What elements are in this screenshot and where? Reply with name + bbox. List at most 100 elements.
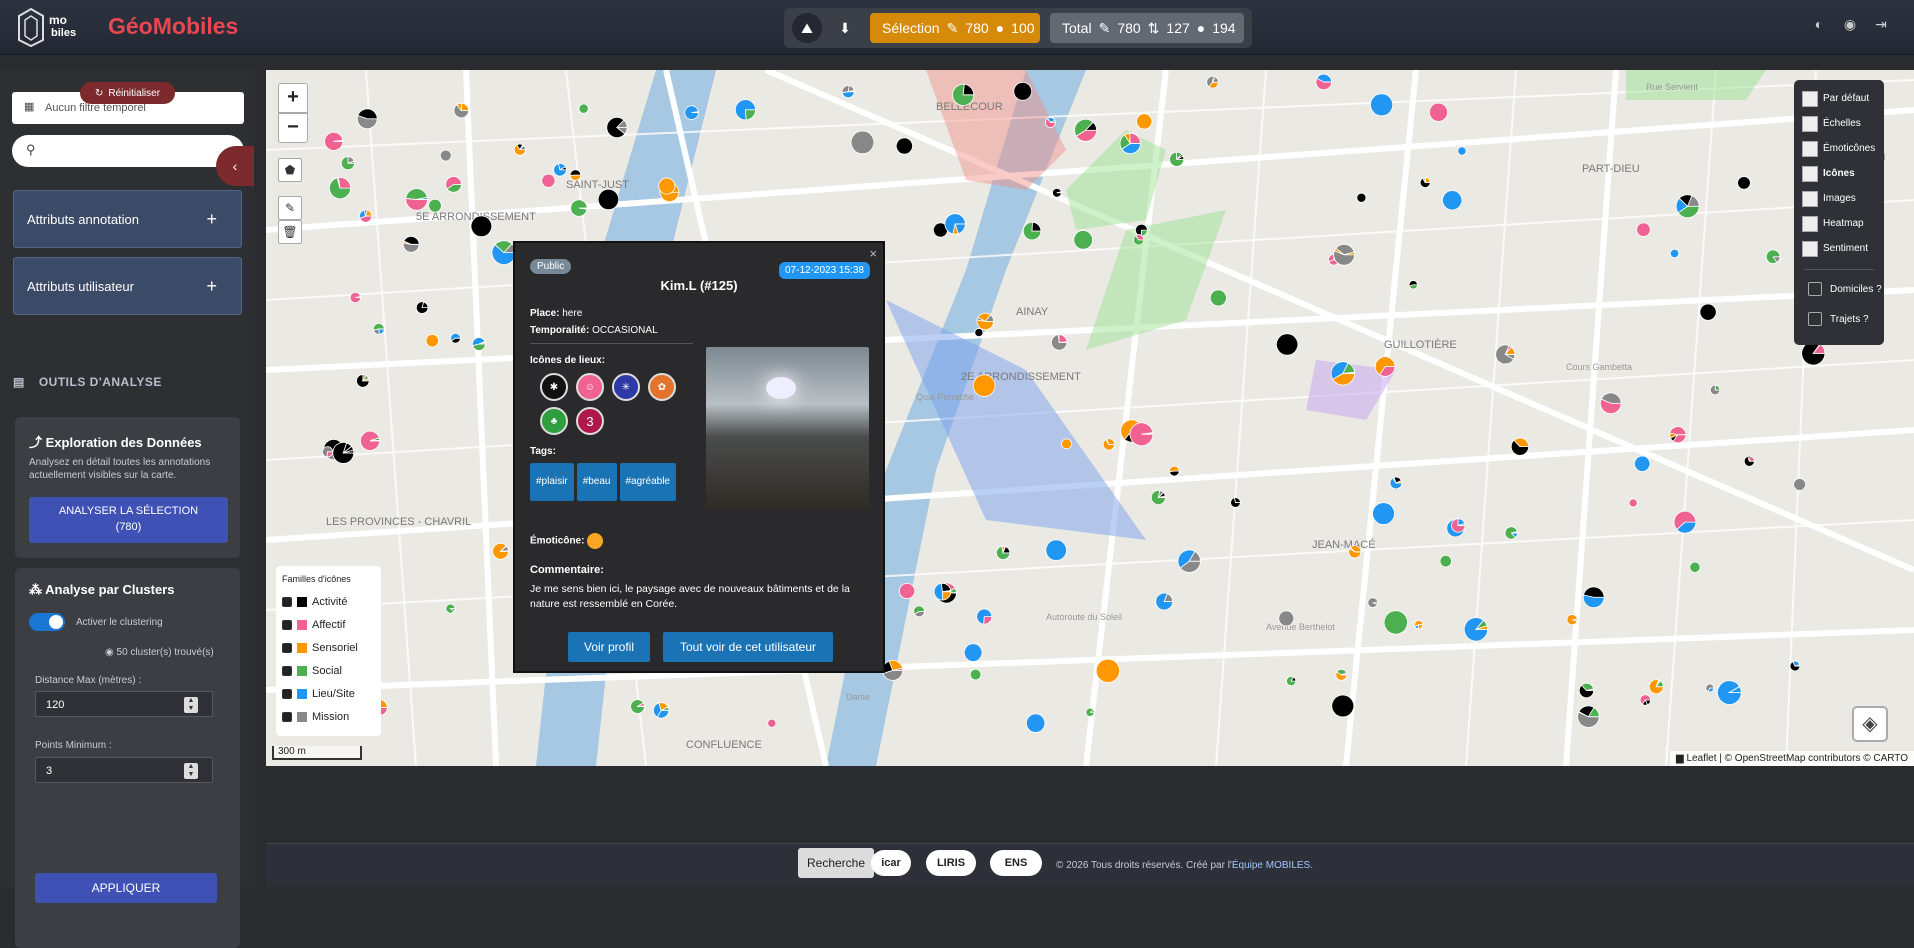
checkbox[interactable]: [1808, 312, 1822, 326]
trash-icon[interactable]: 🗑: [278, 220, 302, 244]
marker[interactable]: [1408, 280, 1418, 290]
marker[interactable]: [1230, 497, 1241, 508]
view-all-user-button[interactable]: Tout voir de cet utilisateur: [663, 632, 833, 662]
marker[interactable]: [1276, 333, 1299, 356]
checkbox[interactable]: [282, 665, 292, 676]
marker[interactable]: [976, 608, 993, 625]
marker[interactable]: [1119, 132, 1141, 155]
marker[interactable]: [450, 332, 461, 344]
marker[interactable]: [1451, 518, 1466, 533]
marker[interactable]: [1510, 437, 1530, 456]
marker[interactable]: [321, 446, 334, 458]
marker[interactable]: [1209, 289, 1227, 307]
marker[interactable]: [492, 542, 509, 560]
distance-input[interactable]: 120 ▲ ▼: [35, 691, 213, 717]
marker[interactable]: [976, 312, 995, 331]
display-mode-item[interactable]: Par défaut: [1794, 86, 1884, 111]
marker[interactable]: [1206, 76, 1219, 89]
accordion-annotation-attributes[interactable]: Attributs annotation +: [13, 190, 242, 248]
marker[interactable]: [944, 213, 966, 235]
marker[interactable]: [470, 215, 493, 237]
marker[interactable]: [1278, 610, 1295, 627]
marker[interactable]: [1717, 680, 1742, 705]
view-profile-button[interactable]: Voir profil: [568, 632, 650, 662]
draw-polygon-icon[interactable]: ⬟: [278, 158, 302, 182]
marker[interactable]: [324, 131, 344, 151]
marker[interactable]: [1689, 561, 1701, 573]
display-mode-item[interactable]: Sentiment: [1794, 236, 1884, 261]
marker[interactable]: [1639, 694, 1651, 706]
marker[interactable]: [1045, 539, 1067, 561]
marker[interactable]: [1335, 668, 1348, 681]
distance-stepper[interactable]: ▲ ▼: [184, 697, 198, 713]
clustering-toggle[interactable]: [29, 613, 65, 631]
legend-item[interactable]: Lieu/Site: [282, 682, 375, 705]
marker[interactable]: [359, 209, 373, 223]
marker[interactable]: [606, 116, 628, 138]
total-pill[interactable]: Total ✎ 780 ⇅ 127 ● 194: [1050, 13, 1244, 43]
marker[interactable]: [1457, 146, 1467, 156]
marker[interactable]: [1022, 221, 1042, 241]
marker[interactable]: [597, 188, 620, 210]
marker[interactable]: [1463, 617, 1489, 642]
close-icon[interactable]: ×: [869, 246, 877, 261]
marker[interactable]: [1025, 713, 1046, 733]
attribution-text[interactable]: Leaflet | © OpenStreetMap contributors ©…: [1686, 753, 1908, 764]
collapse-sidebar-button[interactable]: ‹: [216, 146, 254, 186]
marker[interactable]: [1429, 102, 1448, 122]
marker[interactable]: [1801, 341, 1826, 366]
globe-icon[interactable]: ◐: [1807, 16, 1831, 40]
checkbox[interactable]: [282, 619, 292, 630]
marker[interactable]: [1600, 392, 1622, 414]
checkbox[interactable]: [1808, 282, 1822, 296]
search-input[interactable]: ⚲: [12, 135, 244, 167]
legend-item[interactable]: Affectif: [282, 613, 375, 636]
marker[interactable]: [1095, 658, 1120, 683]
marker[interactable]: [1765, 249, 1781, 264]
marker[interactable]: [570, 199, 588, 217]
marker[interactable]: [1129, 422, 1154, 447]
marker[interactable]: [1374, 356, 1396, 377]
marker[interactable]: [1636, 222, 1651, 237]
display-mode-item[interactable]: Icônes: [1794, 161, 1884, 186]
marker[interactable]: [1789, 660, 1801, 672]
marker[interactable]: [1628, 498, 1638, 508]
marker[interactable]: [1578, 682, 1595, 699]
account-icon[interactable]: ◉: [1838, 16, 1862, 40]
marker[interactable]: [1133, 234, 1145, 246]
marker[interactable]: [1675, 194, 1700, 219]
marker[interactable]: [1367, 597, 1379, 608]
display-mode-item[interactable]: Émoticônes: [1794, 136, 1884, 161]
marker[interactable]: [472, 337, 486, 351]
marker[interactable]: [1177, 549, 1201, 573]
marker[interactable]: [1566, 614, 1578, 626]
accordion-user-attributes[interactable]: Attributs utilisateur +: [13, 257, 242, 315]
marker[interactable]: [1330, 361, 1356, 386]
marker[interactable]: [1669, 248, 1680, 259]
marker[interactable]: [1495, 344, 1516, 365]
marker[interactable]: [340, 156, 355, 171]
marker[interactable]: [349, 292, 361, 304]
marker[interactable]: [445, 176, 462, 193]
marker[interactable]: [1061, 438, 1072, 450]
marker[interactable]: [1673, 510, 1697, 534]
marker[interactable]: [1442, 190, 1463, 211]
marker[interactable]: [899, 582, 916, 600]
annotation-photo[interactable]: [706, 347, 869, 510]
marker[interactable]: [684, 105, 699, 120]
marker[interactable]: [453, 102, 469, 119]
marker[interactable]: [1793, 478, 1806, 491]
brand-title[interactable]: GéoMobiles: [108, 13, 238, 40]
marker[interactable]: [541, 173, 556, 188]
user-location-icon[interactable]: ⛰: [792, 13, 822, 43]
edit-icon[interactable]: ✎: [278, 196, 302, 220]
marker[interactable]: [405, 188, 428, 211]
checkbox[interactable]: [282, 688, 292, 699]
marker[interactable]: [630, 699, 645, 714]
marker[interactable]: [1169, 465, 1180, 477]
marker[interactable]: [569, 169, 582, 181]
marker[interactable]: [1370, 93, 1394, 117]
legend-item[interactable]: Mission: [282, 705, 375, 728]
marker[interactable]: [850, 130, 875, 155]
marker[interactable]: [1709, 384, 1721, 396]
